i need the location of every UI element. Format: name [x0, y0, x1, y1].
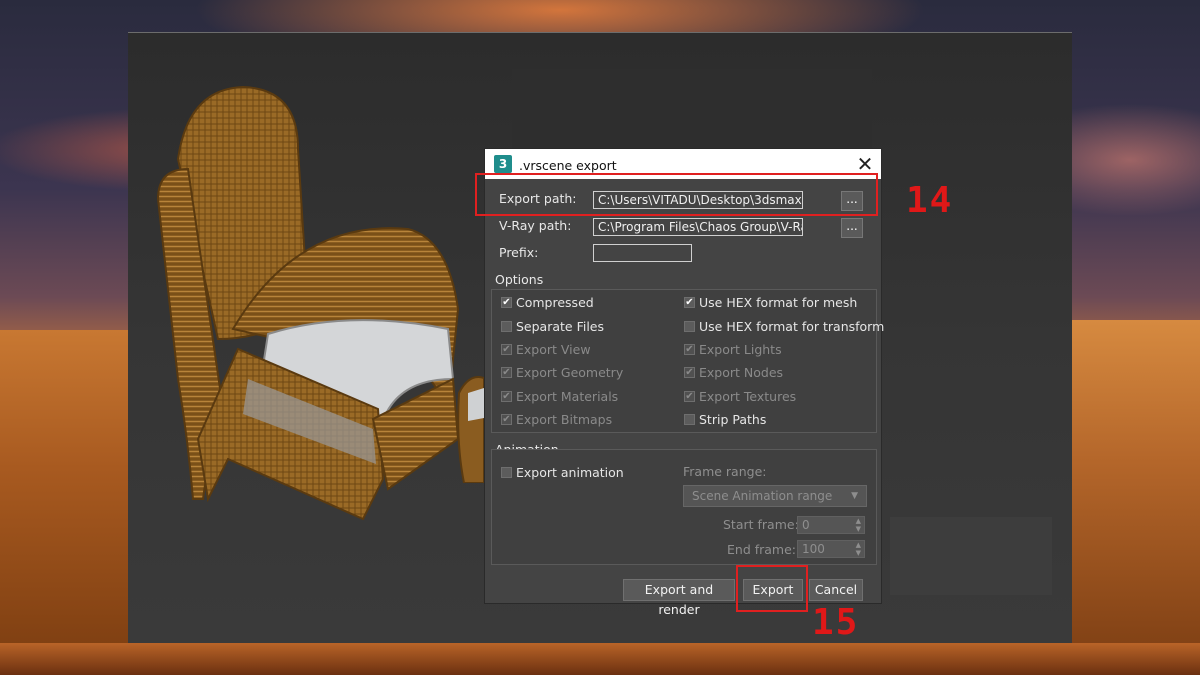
vray-path-field[interactable]: C:\Program Files\Chaos Group\V-Ra: [593, 218, 803, 236]
export-path-highlight-box: [475, 173, 878, 216]
compressed-checkbox[interactable]: ✔ Compressed: [501, 295, 594, 310]
hex-mesh-checkbox[interactable]: ✔ Use HEX format for mesh: [684, 295, 857, 310]
spinner-arrows-icon: ▲ ▼: [855, 517, 861, 533]
frame-range-value: Scene Animation range: [692, 489, 833, 503]
export-and-render-button[interactable]: Export and render: [623, 579, 735, 617]
viewport-overlay-panel: [890, 517, 1052, 595]
start-frame-spinner: 0 ▲ ▼: [797, 516, 865, 534]
export-nodes-checkbox: ✔ Export Nodes: [684, 365, 783, 380]
step-number-14: 14: [906, 180, 954, 221]
ottoman-model: [457, 376, 484, 483]
separate-files-checkbox[interactable]: Separate Files: [501, 319, 604, 334]
wicker-chair-model: [156, 85, 460, 521]
checkbox-label: Compressed: [516, 295, 594, 310]
desert-dune-bottom: [0, 643, 1200, 675]
checkbox-label: Export View: [516, 342, 591, 357]
checkbox-label: Export Geometry: [516, 365, 624, 380]
export-textures-checkbox: ✔ Export Textures: [684, 389, 796, 404]
checkbox-box: ✔: [684, 391, 695, 402]
prefix-field[interactable]: [593, 244, 692, 262]
desert-dune-left: [0, 330, 130, 675]
checkbox-box: ✔: [684, 297, 695, 308]
step-number-15: 15: [812, 602, 860, 643]
checkbox-label: Use HEX format for transform: [699, 319, 885, 334]
checkbox-label: Export Materials: [516, 389, 619, 404]
checkbox-label: Export Textures: [699, 389, 797, 404]
viewport-overlay-panel: [512, 69, 872, 151]
checkbox-label: Export Bitmaps: [516, 412, 613, 427]
checkbox-label: Export animation: [516, 465, 624, 480]
cancel-button[interactable]: Cancel: [809, 579, 863, 601]
end-frame-spinner: 100 ▲ ▼: [797, 540, 865, 558]
end-frame-value: 100: [802, 542, 825, 556]
start-frame-value: 0: [802, 518, 810, 532]
checkbox-label: Separate Files: [516, 319, 605, 334]
checkbox-label: Export Lights: [699, 342, 782, 357]
frame-range-dropdown: Scene Animation range ▼: [683, 485, 867, 507]
dialog-title: .vrscene export: [519, 158, 617, 173]
desert-dune-right: [1072, 320, 1200, 675]
checkbox-box: ✔: [501, 297, 512, 308]
checkbox-box: ✔: [684, 367, 695, 378]
checkbox-box: ✔: [501, 367, 512, 378]
checkbox-box: ✔: [501, 414, 512, 425]
hex-transform-checkbox[interactable]: Use HEX format for transform: [684, 319, 884, 334]
spinner-arrows-icon: ▲ ▼: [855, 541, 861, 557]
checkbox-box: ✔: [501, 391, 512, 402]
export-materials-checkbox: ✔ Export Materials: [501, 389, 618, 404]
checkbox-box: [684, 414, 695, 425]
export-bitmaps-checkbox: ✔ Export Bitmaps: [501, 412, 612, 427]
vray-path-browse-button[interactable]: ...: [841, 218, 863, 238]
checkbox-box: ✔: [684, 344, 695, 355]
export-button-highlight-box: [736, 565, 808, 612]
checkbox-label: Use HEX format for mesh: [699, 295, 858, 310]
vray-path-label: V-Ray path:: [499, 218, 572, 233]
checkbox-label: Strip Paths: [699, 412, 767, 427]
options-group-title: Options: [495, 272, 544, 287]
export-view-checkbox: ✔ Export View: [501, 342, 591, 357]
prefix-label: Prefix:: [499, 245, 539, 260]
checkbox-box: [501, 321, 512, 332]
strip-paths-checkbox[interactable]: Strip Paths: [684, 412, 766, 427]
checkbox-box: [501, 467, 512, 478]
checkbox-box: ✔: [501, 344, 512, 355]
frame-range-label: Frame range:: [683, 464, 767, 479]
checkbox-box: [684, 321, 695, 332]
end-frame-label: End frame:: [727, 542, 797, 557]
export-animation-checkbox[interactable]: Export animation: [501, 465, 624, 480]
vrscene-export-dialog: 3 .vrscene export ✕ Export path: C:\User…: [484, 148, 884, 617]
export-geometry-checkbox: ✔ Export Geometry: [501, 365, 623, 380]
export-lights-checkbox: ✔ Export Lights: [684, 342, 782, 357]
chevron-down-icon: ▼: [851, 491, 858, 501]
start-frame-label: Start frame:: [723, 517, 799, 532]
3dsmax-app-icon: 3: [494, 155, 512, 173]
checkbox-label: Export Nodes: [699, 365, 784, 380]
